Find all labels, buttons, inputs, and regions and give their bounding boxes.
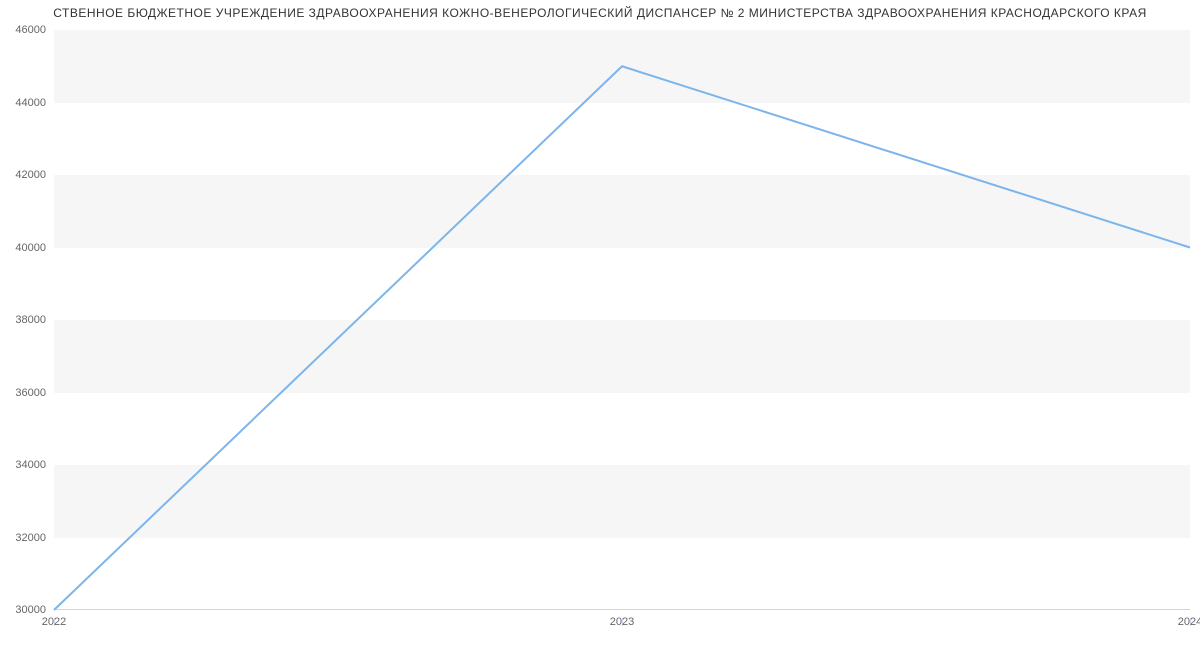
- y-tick-label: 34000: [15, 459, 54, 471]
- series-line: [54, 66, 1190, 610]
- x-tick-label: 2022: [42, 610, 66, 628]
- chart-title: СТВЕННОЕ БЮДЖЕТНОЕ УЧРЕЖДЕНИЕ ЗДРАВООХРА…: [0, 6, 1200, 20]
- data-series: [54, 30, 1190, 610]
- y-tick-label: 32000: [15, 532, 54, 544]
- y-tick-label: 46000: [15, 24, 54, 36]
- y-tick-label: 42000: [15, 169, 54, 181]
- y-tick-label: 40000: [15, 242, 54, 254]
- y-tick-label: 36000: [15, 387, 54, 399]
- x-tick-label: 2023: [610, 610, 634, 628]
- y-tick-label: 44000: [15, 97, 54, 109]
- y-tick-label: 38000: [15, 314, 54, 326]
- line-chart: СТВЕННОЕ БЮДЖЕТНОЕ УЧРЕЖДЕНИЕ ЗДРАВООХРА…: [0, 0, 1200, 650]
- plot-area: 3000032000340003600038000400004200044000…: [54, 30, 1190, 610]
- x-tick-label: 2024: [1178, 610, 1200, 628]
